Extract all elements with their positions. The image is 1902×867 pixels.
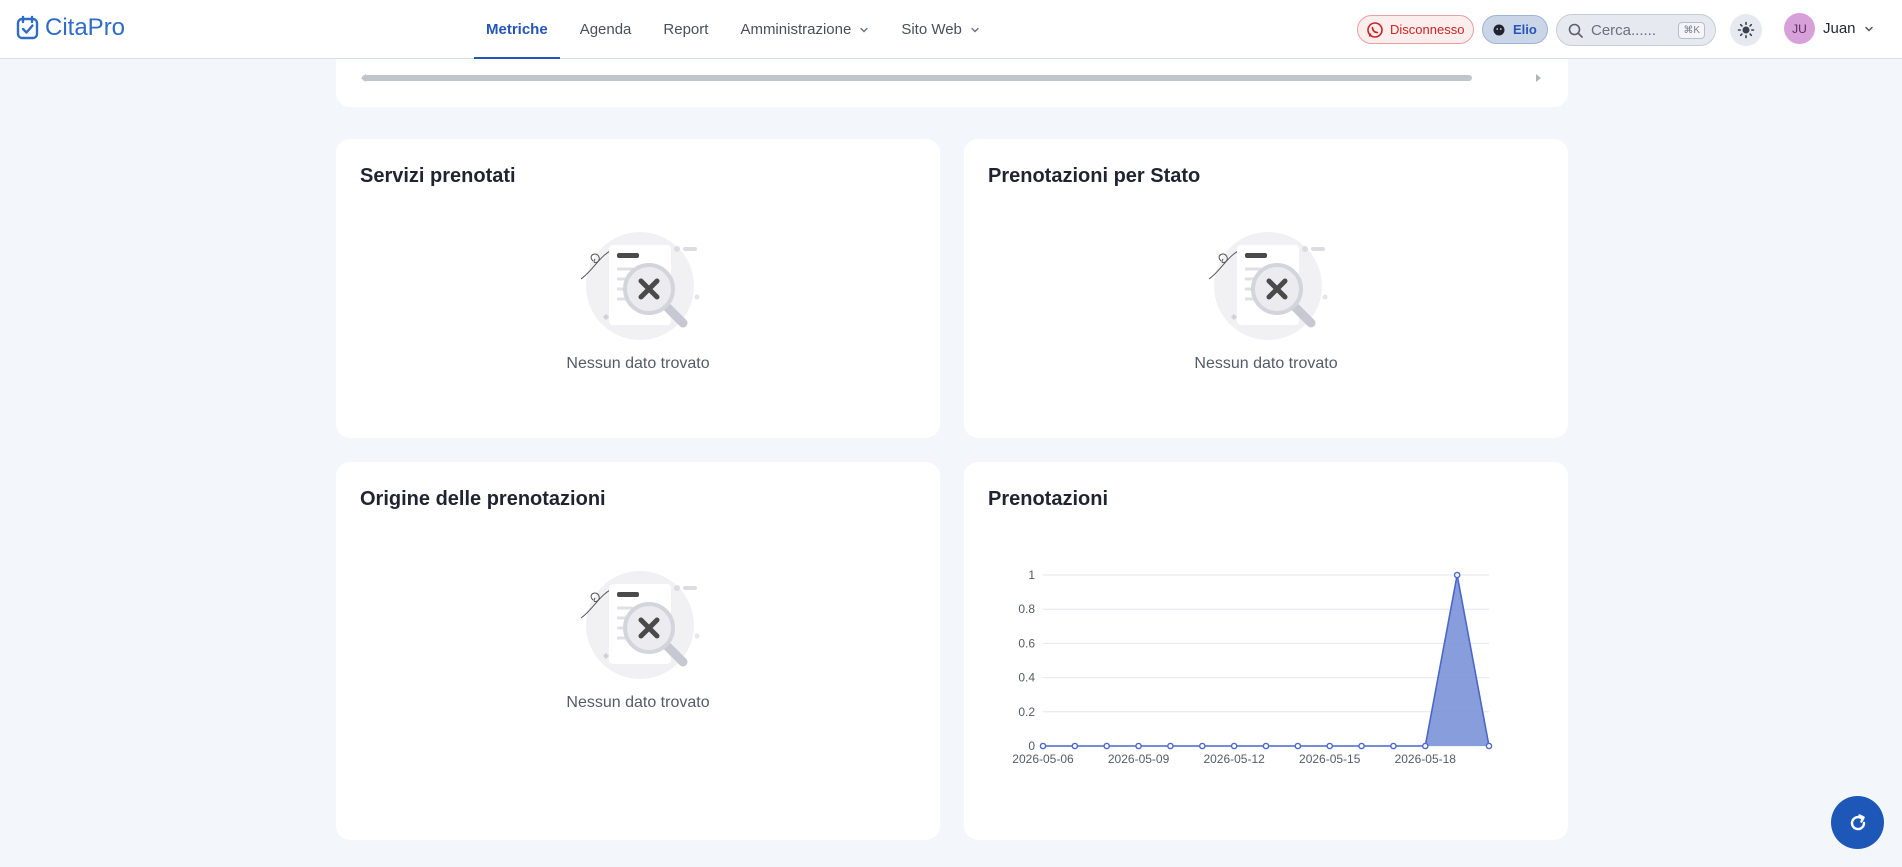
staff-name: Elio: [1513, 22, 1537, 37]
empty-state-text: Nessun dato trovato: [566, 355, 710, 372]
horizontal-scrollbar[interactable]: [362, 75, 1472, 81]
chevron-down-icon: [1864, 26, 1873, 31]
refresh-button[interactable]: [1831, 796, 1884, 849]
card-title: Prenotazioni per Stato: [988, 165, 1201, 187]
bookings-by-status-card: Prenotazioni per Stato Nessun dato trova…: [964, 139, 1568, 438]
data-point: [1294, 742, 1302, 750]
app-name: CitaPro: [45, 14, 126, 41]
no-data-illustration: [580, 232, 700, 340]
data-point: [1230, 742, 1238, 750]
data-point: [1039, 742, 1047, 750]
card-title: Servizi prenotati: [360, 165, 516, 187]
search-shortcut: ⌘K: [1678, 22, 1705, 39]
nav-item-sito-web[interactable]: Sito Web: [885, 0, 996, 59]
empty-state-text: Nessun dato trovato: [566, 694, 710, 711]
data-point: [1071, 742, 1079, 750]
whatsapp-icon: [1367, 21, 1383, 38]
no-data-illustration: [1208, 232, 1328, 340]
services-booked-card: Servizi prenotati Nessun dato trovato: [336, 139, 940, 438]
y-tick-label: 1: [1028, 568, 1035, 582]
avatar: JU: [1784, 13, 1815, 44]
empty-state: Nessun dato trovato: [336, 231, 940, 373]
x-tick-label: 2026-05-09: [1108, 752, 1170, 766]
nav-item-report[interactable]: Report: [647, 0, 724, 59]
nav-item-metriche[interactable]: Metriche: [470, 0, 564, 60]
empty-state: Nessun dato trovato: [964, 231, 1568, 373]
app-logo[interactable]: CitaPro: [15, 14, 125, 42]
sun-icon: [1737, 21, 1755, 39]
data-point: [1103, 742, 1111, 750]
nav-item-label: Amministrazione: [740, 21, 852, 38]
search-input[interactable]: Cerca...... ⌘K: [1556, 14, 1716, 46]
data-point: [1326, 742, 1334, 750]
y-tick-label: 0: [1028, 739, 1035, 753]
user-name: Juan: [1823, 20, 1856, 37]
smile-icon: [1493, 24, 1505, 35]
nav-item-label: Sito Web: [901, 21, 962, 38]
previous-section-card: [336, 59, 1568, 107]
bookings-area-chart: 0 0.2 0.4 0.6 0.8 1 2026-05-06 2026-05-09 2026-0…: [1012, 568, 1493, 766]
search-icon: [1568, 23, 1583, 38]
no-data-illustration: [580, 571, 700, 679]
staff-selector[interactable]: Elio: [1482, 15, 1548, 44]
data-point: [1453, 571, 1461, 579]
top-navigation-bar: CitaPro Metriche Agenda Report Amministrazi…: [0, 0, 1902, 60]
data-point: [1198, 742, 1206, 750]
x-tick-label: 2026-05-15: [1299, 752, 1361, 766]
data-point: [1421, 742, 1429, 750]
whatsapp-status-badge[interactable]: Disconnesso: [1357, 15, 1474, 44]
data-point: [1485, 742, 1493, 750]
refresh-icon: [1850, 813, 1865, 830]
card-title: Origine delle prenotazioni: [360, 488, 606, 510]
theme-toggle-button[interactable]: [1730, 14, 1762, 46]
data-point: [1167, 742, 1174, 750]
y-tick-label: 0.4: [1018, 671, 1035, 685]
chevron-down-icon: [971, 27, 979, 32]
user-menu[interactable]: JU Juan: [1784, 13, 1874, 44]
series-line: [1043, 574, 1490, 747]
data-point: [1390, 742, 1397, 750]
x-tick-label: 2026-05-06: [1012, 752, 1074, 766]
x-tick-label: 2026-05-18: [1395, 752, 1457, 766]
y-tick-label: 0.2: [1018, 705, 1035, 719]
nav-item-label: Report: [663, 21, 709, 38]
empty-state: Nessun dato trovato: [336, 570, 940, 712]
nav-item-label: Agenda: [579, 21, 632, 38]
x-tick-label: 2026-05-12: [1203, 752, 1265, 766]
empty-state-text: Nessun dato trovato: [1194, 355, 1338, 372]
chevron-down-icon: [860, 27, 869, 32]
nav-item-amministrazione[interactable]: Amministrazione: [724, 0, 885, 59]
calendar-check-icon: [16, 15, 39, 40]
booking-origin-card: Origine delle prenotazioni Nessun dato t…: [336, 462, 940, 840]
y-tick-label: 0.6: [1018, 636, 1035, 650]
bookings-chart-card: Prenotazioni 0 0.2 0.4 0.6 0.8 1 2026-05-06 202…: [964, 462, 1568, 840]
scroll-right-arrow[interactable]: [1536, 74, 1541, 82]
data-point: [1358, 742, 1365, 750]
y-tick-label: 0.8: [1018, 602, 1035, 616]
whatsapp-status-label: Disconnesso: [1390, 22, 1465, 37]
nav-item-agenda[interactable]: Agenda: [564, 0, 648, 59]
series-area: [1043, 575, 1489, 746]
data-point: [1262, 742, 1270, 750]
main-nav: Metriche Agenda Report Amministrazione Sito …: [470, 0, 996, 60]
nav-item-label: Metriche: [486, 21, 548, 38]
data-point: [1135, 742, 1142, 750]
search-placeholder: Cerca......: [1591, 21, 1657, 39]
